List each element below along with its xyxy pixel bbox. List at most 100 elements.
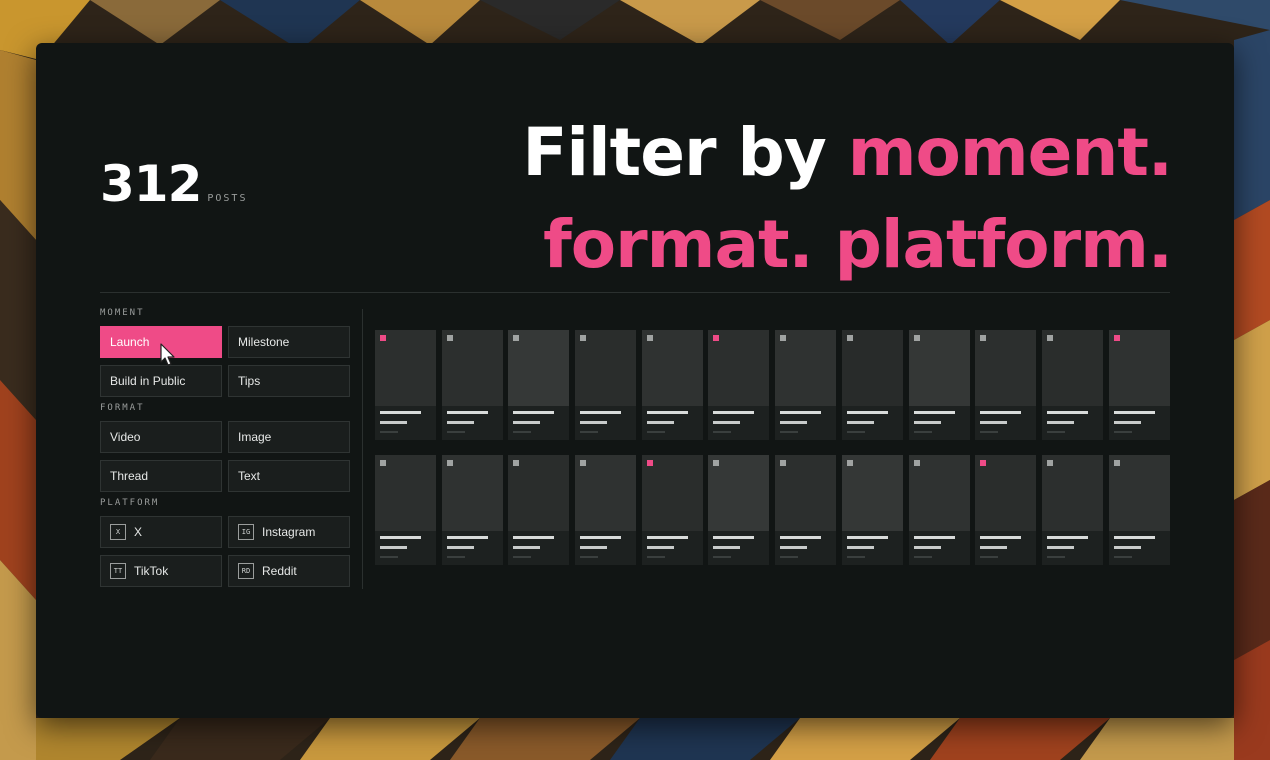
post-text-placeholder	[380, 536, 421, 539]
post-tag-indicator	[913, 460, 920, 466]
post-text-placeholder	[780, 411, 822, 414]
post-tag-indicator	[446, 335, 453, 341]
post-card[interactable]	[975, 330, 1037, 440]
post-card[interactable]	[375, 455, 436, 565]
post-tag-indicator	[446, 460, 453, 466]
post-text-placeholder	[513, 411, 555, 414]
post-text-placeholder	[513, 421, 541, 424]
post-text-placeholder	[780, 536, 822, 539]
post-card[interactable]	[375, 330, 436, 440]
filter-x-button[interactable]: X X	[100, 516, 222, 548]
post-text-placeholder	[646, 536, 688, 539]
filter-instagram-button[interactable]: IG Instagram	[228, 516, 350, 548]
post-text-placeholder	[446, 546, 474, 549]
post-text-placeholder	[913, 431, 932, 433]
post-card[interactable]	[908, 455, 970, 565]
filter-reddit-button[interactable]: RD Reddit	[228, 555, 350, 587]
post-text-placeholder	[1113, 431, 1132, 433]
post-text-placeholder	[913, 536, 955, 539]
post-text-placeholder	[913, 546, 941, 549]
format-section-label: FORMAT	[100, 403, 145, 413]
filter-build-in-public-button[interactable]: Build in Public	[100, 365, 222, 397]
post-card[interactable]	[908, 330, 970, 440]
post-tag-indicator	[380, 460, 386, 466]
filter-tips-button[interactable]: Tips	[228, 365, 350, 397]
post-tag-indicator	[780, 335, 787, 341]
post-text-placeholder	[1046, 536, 1088, 539]
post-text-placeholder	[580, 421, 608, 424]
post-card[interactable]	[1108, 455, 1170, 565]
filter-tiktok-button[interactable]: TT TikTok	[100, 555, 222, 587]
post-text-placeholder	[846, 421, 874, 424]
post-thumbnail	[641, 455, 703, 531]
filter-video-button[interactable]: Video	[100, 421, 222, 453]
post-card[interactable]	[575, 455, 637, 565]
post-thumbnail	[375, 455, 436, 531]
post-card[interactable]	[708, 330, 770, 440]
post-thumbnail	[641, 330, 703, 406]
post-tag-indicator	[980, 335, 987, 341]
platform-section-label: PLATFORM	[100, 498, 160, 508]
post-card[interactable]	[575, 330, 637, 440]
post-text-placeholder	[713, 411, 755, 414]
post-thumbnail	[508, 330, 570, 406]
post-text-placeholder	[1046, 431, 1065, 433]
post-tag-indicator	[846, 335, 853, 341]
post-card[interactable]	[775, 455, 837, 565]
post-text-placeholder	[980, 431, 999, 433]
post-card[interactable]	[1041, 455, 1103, 565]
filter-image-button[interactable]: Image	[228, 421, 350, 453]
post-text-placeholder	[1046, 556, 1065, 558]
post-card[interactable]	[841, 455, 903, 565]
post-text-placeholder	[713, 431, 732, 433]
post-thumbnail	[441, 455, 503, 531]
post-text-placeholder	[980, 536, 1022, 539]
post-tag-indicator	[980, 460, 987, 466]
post-card[interactable]	[975, 455, 1037, 565]
post-tag-indicator	[380, 335, 386, 341]
post-count-number: 312	[100, 155, 202, 213]
headline: Filter by moment. format. platform.	[522, 107, 1173, 291]
post-card[interactable]	[841, 330, 903, 440]
post-tag-indicator	[1113, 335, 1120, 341]
post-card[interactable]	[1108, 330, 1170, 440]
post-tag-indicator	[1113, 460, 1120, 466]
filter-label: Video	[110, 430, 141, 444]
post-text-placeholder	[646, 421, 674, 424]
filter-label: Thread	[110, 469, 149, 483]
post-thumbnail	[841, 455, 903, 531]
post-text-placeholder	[913, 556, 932, 558]
post-thumbnail	[775, 455, 837, 531]
post-card[interactable]	[1041, 330, 1103, 440]
post-thumbnail	[575, 455, 637, 531]
post-text-placeholder	[646, 411, 688, 414]
post-thumbnail	[708, 455, 770, 531]
post-card[interactable]	[775, 330, 837, 440]
post-thumbnail	[841, 330, 903, 406]
post-card[interactable]	[641, 330, 703, 440]
post-text-placeholder	[580, 411, 622, 414]
filter-text-button[interactable]: Text	[228, 460, 350, 492]
post-text-placeholder	[1046, 421, 1074, 424]
post-text-placeholder	[1113, 536, 1155, 539]
post-card[interactable]	[508, 455, 570, 565]
post-thumbnail	[375, 330, 436, 406]
post-text-placeholder	[913, 421, 941, 424]
header-divider	[100, 292, 1170, 293]
post-text-placeholder	[513, 431, 532, 433]
post-card[interactable]	[641, 455, 703, 565]
post-card[interactable]	[441, 455, 503, 565]
post-text-placeholder	[446, 421, 474, 424]
filter-thread-button[interactable]: Thread	[100, 460, 222, 492]
post-card[interactable]	[508, 330, 570, 440]
filter-milestone-button[interactable]: Milestone	[228, 326, 350, 358]
post-text-placeholder	[980, 421, 1008, 424]
headline-line-2: format. platform.	[543, 206, 1173, 283]
post-text-placeholder	[380, 546, 407, 549]
post-card[interactable]	[708, 455, 770, 565]
post-text-placeholder	[1113, 421, 1141, 424]
post-card[interactable]	[441, 330, 503, 440]
post-text-placeholder	[446, 411, 488, 414]
filter-label: X	[134, 525, 143, 539]
post-text-placeholder	[980, 411, 1022, 414]
